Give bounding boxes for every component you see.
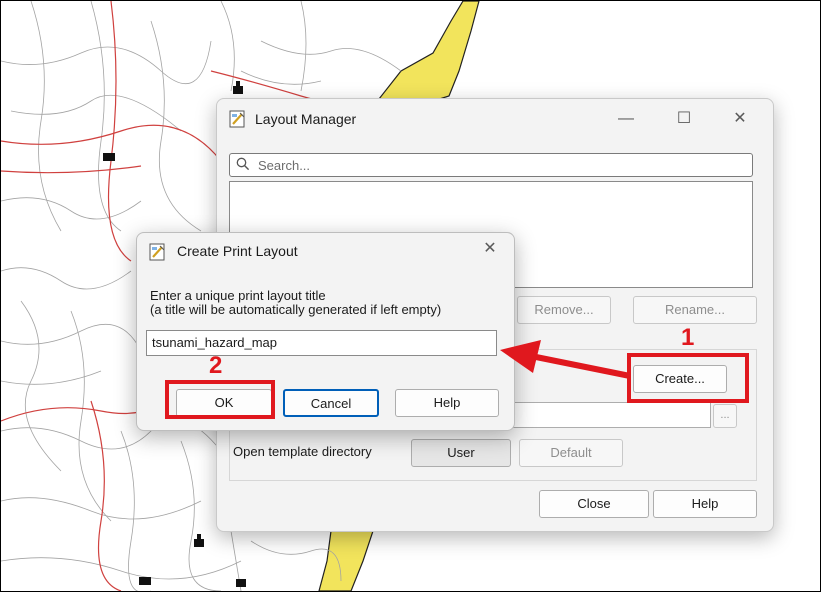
instruction-line-1: Enter a unique print layout title — [150, 288, 326, 303]
rename-button[interactable]: Rename... — [633, 296, 757, 324]
minimize-icon[interactable]: — — [609, 107, 643, 131]
template-path-field[interactable] — [487, 402, 711, 428]
instruction-line-2: (a title will be automatically generated… — [150, 302, 442, 317]
cancel-button-label: Cancel — [310, 396, 352, 411]
annotation-box-ok — [165, 380, 275, 419]
annotation-step-2: 2 — [209, 352, 223, 379]
user-directory-button[interactable]: User — [411, 439, 511, 467]
instruction-text: Enter a unique print layout title (a tit… — [150, 289, 441, 317]
qgis-layout-icon — [229, 110, 245, 128]
layout-manager-titlebar[interactable]: Layout Manager — ☐ ✕ — [217, 99, 773, 139]
maximize-icon[interactable]: ☐ — [667, 107, 701, 131]
user-button-label: User — [447, 445, 475, 460]
close-button[interactable]: Close — [539, 490, 649, 518]
search-icon — [236, 157, 250, 171]
create-print-layout-title: Create Print Layout — [177, 243, 298, 259]
create-print-layout-titlebar[interactable]: Create Print Layout ✕ — [137, 233, 514, 273]
template-browse-label: ... — [720, 409, 730, 421]
help-button-label: Help — [691, 496, 719, 511]
annotation-step-1: 1 — [681, 324, 695, 351]
template-browse-button[interactable]: ... — [713, 404, 737, 428]
remove-button-label: Remove... — [534, 302, 594, 317]
close-icon[interactable]: ✕ — [723, 107, 757, 131]
default-button-label: Default — [550, 445, 592, 460]
qgis-layout-icon — [149, 243, 165, 261]
default-directory-button[interactable]: Default — [519, 439, 623, 467]
open-template-directory-label: Open template directory — [233, 444, 372, 459]
layout-manager-title: Layout Manager — [255, 111, 357, 127]
rename-button-label: Rename... — [665, 302, 725, 317]
close-icon[interactable]: ✕ — [473, 237, 507, 261]
help-button-label: Help — [433, 395, 461, 410]
map-building-marker — [139, 577, 151, 585]
close-button-label: Close — [577, 496, 611, 511]
search-placeholder: Search... — [258, 158, 311, 173]
remove-button[interactable]: Remove... — [517, 296, 611, 324]
layout-title-input[interactable]: tsunami_hazard_map — [146, 330, 497, 356]
help-button[interactable]: Help — [653, 490, 757, 518]
help-button[interactable]: Help — [395, 389, 499, 417]
map-building-marker — [103, 153, 115, 161]
search-input[interactable]: Search... — [229, 153, 753, 177]
cancel-button[interactable]: Cancel — [283, 389, 379, 417]
annotation-box-create — [627, 353, 749, 403]
